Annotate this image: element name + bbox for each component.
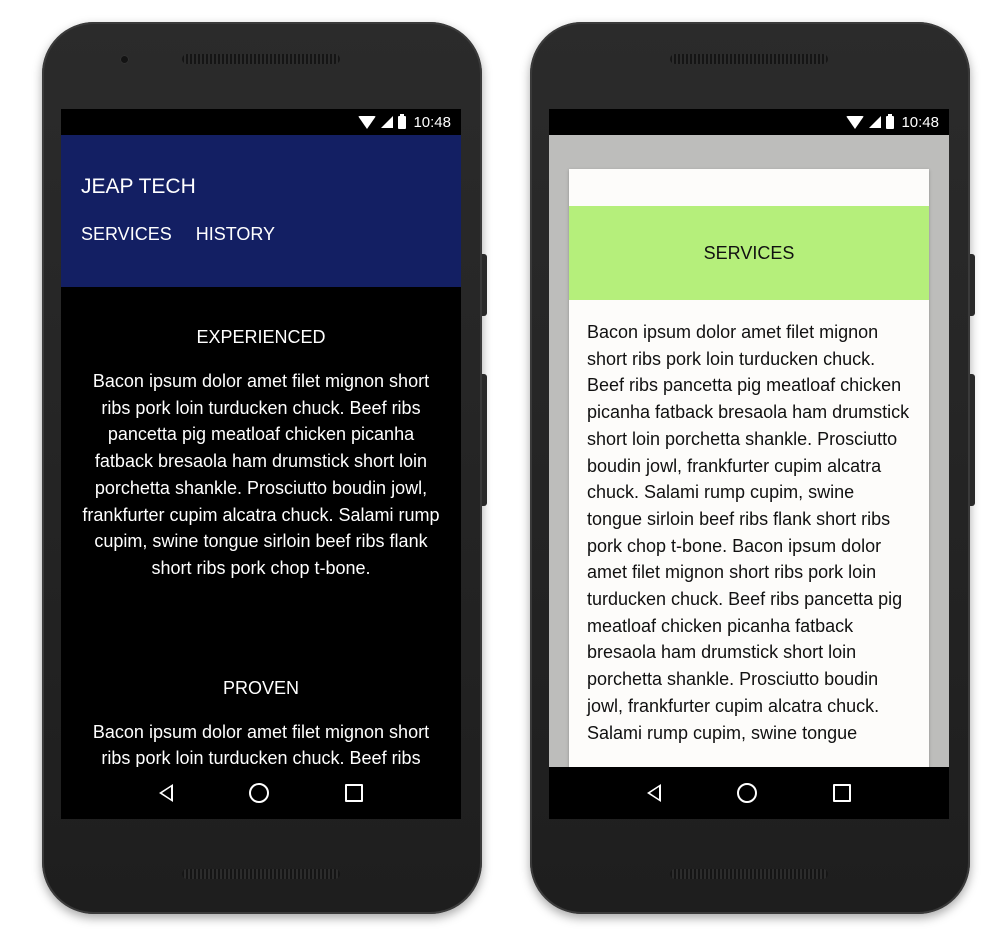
back-icon[interactable] xyxy=(159,784,173,802)
power-button xyxy=(970,254,975,316)
home-icon[interactable] xyxy=(249,783,269,803)
battery-icon xyxy=(886,113,895,129)
section-heading: EXPERIENCED xyxy=(196,327,326,347)
phone-left: 10:48 JEAP TECH SERVICES HISTORY EXPERIE… xyxy=(42,22,487,914)
card-body: Bacon ipsum dolor amet filet mignon shor… xyxy=(587,322,910,743)
app-title: JEAP TECH xyxy=(81,175,196,198)
volume-button xyxy=(482,374,487,506)
section-body: Bacon ipsum dolor amet filet mignon shor… xyxy=(82,371,440,578)
tab-history[interactable]: HISTORY xyxy=(196,224,275,245)
screen: 10:48 JEAP TECH SERVICES HISTORY EXPERIE… xyxy=(61,109,461,819)
services-card[interactable]: SERVICES Bacon ipsum dolor amet filet mi… xyxy=(569,169,929,767)
bottom-speaker xyxy=(670,869,828,879)
earpiece-speaker xyxy=(182,54,340,64)
battery-icon xyxy=(398,113,407,129)
earpiece-speaker xyxy=(670,54,828,64)
card-title: SERVICES xyxy=(703,242,795,263)
front-camera xyxy=(120,55,129,64)
wifi-icon xyxy=(358,115,377,129)
section-heading: PROVEN xyxy=(222,677,300,698)
status-bar: 10:48 xyxy=(61,109,461,135)
navigation-bar xyxy=(549,767,949,819)
content-backdrop: SERVICES Bacon ipsum dolor amet filet mi… xyxy=(549,135,949,767)
status-time: 10:48 xyxy=(901,113,939,131)
home-icon[interactable] xyxy=(737,783,757,803)
card-title-band: SERVICES xyxy=(569,206,929,300)
bottom-speaker xyxy=(182,869,340,879)
back-icon[interactable] xyxy=(647,784,661,802)
phone-right: 10:48 SERVICES Bacon ipsum dolor amet fi… xyxy=(530,22,975,914)
status-time: 10:48 xyxy=(413,113,451,131)
recent-apps-icon[interactable] xyxy=(833,784,851,802)
wifi-icon xyxy=(846,115,865,129)
recent-apps-icon[interactable] xyxy=(345,784,363,802)
app-header: JEAP TECH SERVICES HISTORY xyxy=(61,135,461,287)
status-bar: 10:48 xyxy=(549,109,949,135)
tab-bar: SERVICES HISTORY xyxy=(81,224,275,245)
screen: 10:48 SERVICES Bacon ipsum dolor amet fi… xyxy=(549,109,949,819)
tab-services[interactable]: SERVICES xyxy=(81,224,172,245)
power-button xyxy=(482,254,487,316)
content-scroll[interactable]: EXPERIENCED Bacon ipsum dolor amet filet… xyxy=(61,287,461,767)
signal-icon xyxy=(381,116,394,128)
signal-icon xyxy=(869,116,882,128)
section-body: Bacon ipsum dolor amet filet mignon shor… xyxy=(92,721,430,767)
volume-button xyxy=(970,374,975,506)
navigation-bar xyxy=(61,767,461,819)
